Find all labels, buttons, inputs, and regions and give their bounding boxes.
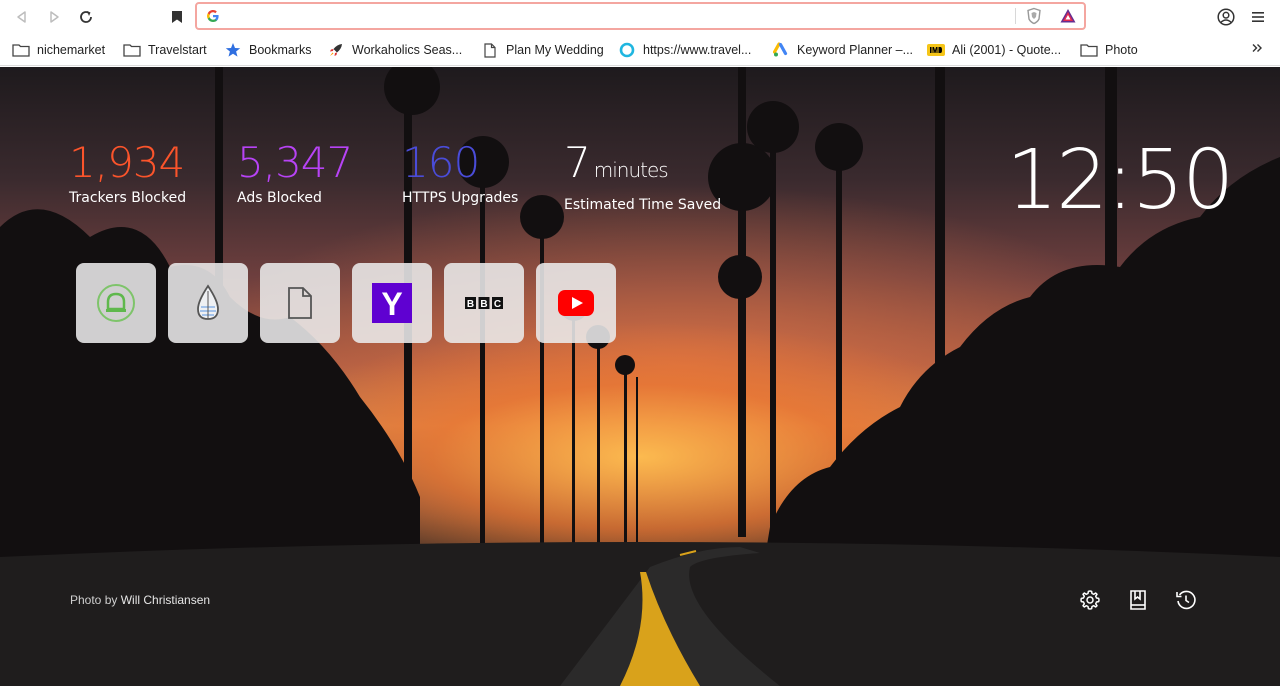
tile-bbc[interactable]: B B C <box>444 263 524 343</box>
imdb-icon <box>927 42 945 58</box>
bookmark-label: Keyword Planner –... <box>797 43 914 57</box>
bookmark-keyword-planner[interactable]: Keyword Planner –... <box>772 39 918 61</box>
bookmark-plan-my-wedding[interactable]: Plan My Wedding <box>481 39 611 61</box>
bookmark-nichemarket[interactable]: nichemarket <box>12 39 112 61</box>
google-icon <box>207 10 219 22</box>
bookmark-label: nichemarket <box>37 43 106 57</box>
stat-ads-blocked: 5,347 Ads Blocked <box>237 138 353 207</box>
brave-shield-icon[interactable] <box>1025 7 1043 25</box>
account-button[interactable] <box>1215 6 1237 28</box>
bookmark-workaholics[interactable]: Workaholics Seas... <box>327 39 469 61</box>
folder-icon <box>123 42 141 58</box>
address-bar-divider <box>1015 8 1016 24</box>
bookmark-photo[interactable]: Photo <box>1080 39 1144 61</box>
time-saved-label: Estimated Time Saved <box>564 197 722 213</box>
stat-time-saved: 7 minutes Estimated Time Saved <box>564 139 721 214</box>
trackers-count: 1,934 <box>69 138 185 187</box>
bbc-letter: B <box>467 299 474 310</box>
bookmarks-overflow-button[interactable] <box>1248 39 1266 57</box>
folder-icon <box>1080 42 1098 58</box>
bookmark-label: Plan My Wedding <box>506 43 604 57</box>
settings-button[interactable] <box>1078 588 1102 612</box>
time-saved-value: 7 minutes <box>564 139 721 194</box>
stat-https-upgrades: 160 HTTPS Upgrades <box>402 139 518 207</box>
ads-count: 5,347 <box>237 138 353 187</box>
bookmark-label: Bookmarks <box>249 43 312 57</box>
time-saved-number: 7 <box>564 138 591 187</box>
ring-icon <box>618 42 636 58</box>
new-tab-page: 1,934 Trackers Blocked 5,347 Ads Blocked… <box>0 67 1280 686</box>
stat-trackers-blocked: 1,934 Trackers Blocked <box>69 139 186 207</box>
bookmark-travel-url[interactable]: https://www.travel... <box>618 39 764 61</box>
star-icon <box>224 42 242 58</box>
bookmark-bookmarks[interactable]: Bookmarks <box>224 39 316 61</box>
bookmark-page-button[interactable] <box>166 6 188 28</box>
url-input[interactable] <box>227 6 1007 26</box>
https-label: HTTPS Upgrades <box>402 190 519 206</box>
user-account-icon <box>1217 8 1235 26</box>
bookmark-label: Workaholics Seas... <box>352 43 463 57</box>
bookmark-travelstart[interactable]: Travelstart <box>123 39 215 61</box>
history-button[interactable] <box>1174 588 1198 612</box>
yahoo-icon: Y <box>372 283 412 323</box>
yahoo-letter: Y <box>381 286 402 322</box>
bookmark-label: Travelstart <box>148 43 207 57</box>
bookmark-icon <box>172 11 182 23</box>
brave-rewards-icon[interactable] <box>1059 7 1077 25</box>
bookmark-book-icon <box>1130 590 1146 610</box>
bbc-letter: C <box>494 299 501 310</box>
clock: 12:50 <box>1006 133 1234 228</box>
ads-label: Ads Blocked <box>237 190 322 206</box>
bookmarks-bar: nichemarket Travelstart Bookmarks Workah… <box>0 34 1280 66</box>
double-chevron-right-icon <box>1252 44 1262 52</box>
bookmark-label: Photo <box>1105 43 1138 57</box>
youtube-icon <box>558 290 594 316</box>
photo-credit: Photo by Will Christiansen <box>70 593 210 607</box>
back-button[interactable] <box>11 6 33 28</box>
tile-drop[interactable] <box>168 263 248 343</box>
bbc-icon: B B C <box>465 297 503 310</box>
gear-icon <box>1080 590 1100 610</box>
back-arrow-icon <box>17 11 26 23</box>
main-menu-button[interactable] <box>1247 6 1269 28</box>
forward-arrow-icon <box>50 11 59 23</box>
bookmark-ali-quotes[interactable]: Ali (2001) - Quote... <box>927 39 1069 61</box>
google-ads-icon <box>772 42 790 58</box>
reload-button[interactable] <box>75 6 97 28</box>
forward-button[interactable] <box>43 6 65 28</box>
photo-credit-prefix: Photo by <box>70 593 118 607</box>
tile-android[interactable] <box>76 263 156 343</box>
bookmark-label: Ali (2001) - Quote... <box>952 43 1062 57</box>
https-count: 160 <box>402 138 480 187</box>
document-icon <box>288 287 312 319</box>
trackers-label: Trackers Blocked <box>69 190 187 206</box>
tile-document[interactable] <box>260 263 340 343</box>
bookmarks-button[interactable] <box>1126 588 1150 612</box>
bookmark-label: https://www.travel... <box>643 43 752 57</box>
android-bell-icon <box>97 284 135 322</box>
bbc-letter: B <box>480 299 487 310</box>
hamburger-menu-icon <box>1252 12 1264 22</box>
time-saved-unit: minutes <box>593 158 669 182</box>
photo-credit-author[interactable]: Will Christiansen <box>121 593 210 607</box>
rocket-icon <box>327 42 345 58</box>
history-icon <box>1176 590 1196 610</box>
address-bar[interactable] <box>195 2 1086 30</box>
tile-youtube[interactable] <box>536 263 616 343</box>
folder-icon <box>12 42 30 58</box>
water-drop-icon <box>197 284 219 320</box>
reload-icon <box>80 11 92 23</box>
tile-yahoo[interactable]: Y <box>352 263 432 343</box>
page-icon <box>481 42 499 58</box>
browser-toolbar <box>0 0 1280 34</box>
